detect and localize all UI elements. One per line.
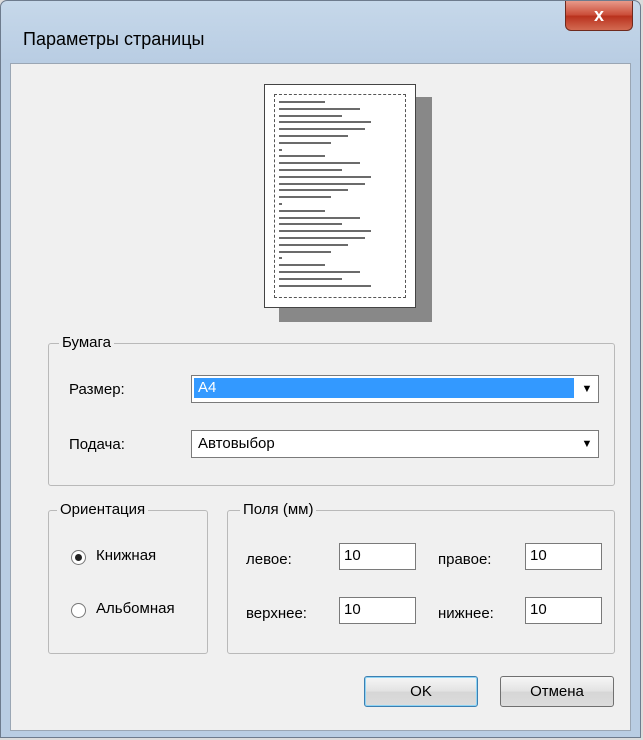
- preview-text-line: [279, 230, 371, 233]
- preview-text-line: [279, 223, 343, 226]
- margin-right-input[interactable]: 10: [525, 543, 602, 570]
- margin-top-label: верхнее:: [246, 605, 307, 622]
- chevron-down-icon[interactable]: ▼: [577, 377, 597, 401]
- margins-group-legend: Поля (мм): [240, 501, 317, 519]
- page-preview: [264, 84, 416, 308]
- landscape-label[interactable]: Альбомная: [96, 600, 175, 617]
- margin-left-input[interactable]: 10: [339, 543, 416, 570]
- paper-source-select[interactable]: Автовыбор ▼: [191, 430, 599, 458]
- preview-text-line: [279, 203, 282, 205]
- chevron-down-icon[interactable]: ▼: [577, 432, 597, 456]
- preview-text-line: [279, 209, 325, 212]
- preview-text-line: [279, 128, 366, 131]
- paper-size-select[interactable]: A4 ▼: [191, 375, 599, 403]
- preview-text-line: [279, 121, 371, 124]
- page-preview-margins: [274, 94, 406, 298]
- preview-text-line: [279, 196, 331, 199]
- margin-bottom-label: нижнее:: [438, 605, 494, 622]
- paper-source-label: Подача:: [69, 436, 125, 453]
- paper-source-value: Автовыбор: [198, 435, 275, 452]
- portrait-label[interactable]: Книжная: [96, 547, 156, 564]
- preview-text-line: [279, 107, 360, 110]
- preview-text-line: [279, 189, 348, 192]
- preview-text-line: [279, 101, 325, 103]
- preview-text-line: [279, 216, 360, 219]
- preview-text-line: [279, 243, 348, 246]
- preview-text-line: [279, 175, 371, 178]
- margin-bottom-input[interactable]: 10: [525, 597, 602, 624]
- margin-right-label: правое:: [438, 551, 492, 568]
- preview-text-line: [279, 162, 360, 165]
- preview-text-line: [279, 155, 325, 158]
- orientation-group: Ориентация Книжная Альбомная: [48, 501, 208, 654]
- dialog-client-area: Бумага Размер: A4 ▼ Подача: Автовыбор ▼ …: [10, 63, 631, 731]
- landscape-radio[interactable]: [71, 603, 86, 618]
- portrait-radio[interactable]: [71, 550, 86, 565]
- paper-size-value: A4: [194, 378, 574, 398]
- paper-group: Бумага Размер: A4 ▼ Подача: Автовыбор ▼: [48, 334, 615, 486]
- preview-text-line: [279, 264, 325, 267]
- margins-group: Поля (мм) левое: 10 правое: 10 верхнее: …: [227, 501, 615, 654]
- margin-left-label: левое:: [246, 551, 292, 568]
- preview-text-line: [279, 148, 282, 151]
- preview-text-line: [279, 169, 343, 171]
- preview-text-line: [279, 257, 282, 260]
- dialog-title: Параметры страницы: [23, 29, 205, 49]
- preview-text-line: [279, 250, 331, 253]
- close-icon: x: [593, 5, 604, 25]
- page-setup-dialog: Параметры страницы x Бумага Размер: A4 ▼…: [0, 0, 641, 738]
- preview-text-line: [279, 141, 331, 144]
- paper-group-legend: Бумага: [59, 334, 114, 352]
- preview-text-line: [279, 135, 348, 137]
- preview-text-line: [279, 277, 343, 280]
- ok-button[interactable]: OK: [364, 676, 478, 707]
- preview-text-line: [279, 271, 360, 273]
- close-button[interactable]: x: [565, 1, 633, 31]
- preview-text-line: [279, 114, 343, 117]
- margin-top-input[interactable]: 10: [339, 597, 416, 624]
- preview-text-line: [279, 284, 371, 287]
- preview-text-line: [279, 237, 366, 239]
- paper-size-label: Размер:: [69, 381, 125, 398]
- orientation-group-legend: Ориентация: [57, 501, 149, 519]
- preview-text-line: [279, 182, 366, 185]
- cancel-button[interactable]: Отмена: [500, 676, 614, 707]
